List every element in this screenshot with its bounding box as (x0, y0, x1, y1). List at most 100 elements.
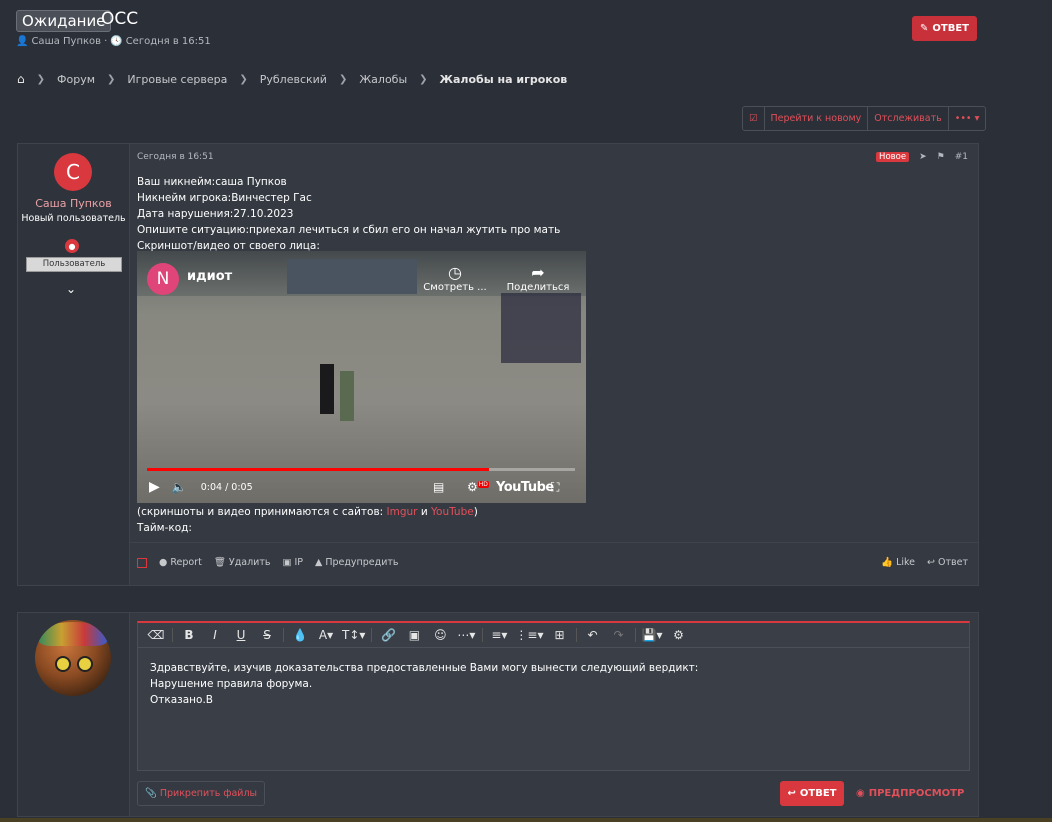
quick-reply: ⌫ B I U S 💧 A▾ T↕▾ 🔗 ▣ ☺ ⋯▾ ≡▾ ⋮≡▾ ⊞ ↶ ↷… (17, 612, 979, 817)
settings-icon[interactable]: ⚙HD (467, 480, 489, 494)
video-title[interactable]: идиот (187, 269, 232, 284)
breadcrumb-item-current[interactable]: Жалобы на игроков (440, 73, 568, 86)
youtube-embed[interactable]: N идиот ◷ Смотреть ... ➦ Поделиться ▶ 🔈 … (137, 251, 586, 503)
ip-button[interactable]: ▣ IP (282, 557, 303, 568)
share-icon[interactable]: ➤ (919, 152, 927, 162)
timecode-line: Тайм-код: (137, 522, 192, 534)
subtitles-icon[interactable]: ▤ (433, 480, 444, 494)
user-title: Новый пользователь (21, 213, 126, 224)
breadcrumb-item-complaints[interactable]: Жалобы (359, 73, 407, 86)
chevron-down-icon[interactable]: ⌄ (66, 282, 76, 296)
select-post-checkbox[interactable] (137, 557, 147, 568)
reply-post-button[interactable]: ↩ Ответ (927, 557, 968, 568)
toolbar-divider (482, 628, 484, 642)
share-video-button[interactable]: ➦ Поделиться (500, 263, 576, 293)
eraser-icon[interactable]: ⌫ (144, 625, 168, 645)
underline-icon[interactable]: U (229, 625, 253, 645)
post-divider (130, 542, 978, 543)
home-icon[interactable]: ⌂ (17, 72, 25, 86)
youtube-logo[interactable]: YouTube (496, 480, 554, 495)
user-badge-icon: ● (65, 239, 79, 253)
image-icon[interactable]: ▣ (402, 625, 426, 645)
watch-button[interactable]: Отслеживать (868, 107, 949, 130)
list-icon[interactable]: ⋮≡▾ (513, 625, 545, 645)
link-icon[interactable]: 🔗 (376, 625, 400, 645)
imgur-link[interactable]: Imgur (387, 506, 418, 518)
redo-icon[interactable]: ↷ (607, 625, 631, 645)
delete-button[interactable]: 🗑 Удалить (214, 557, 271, 568)
report-button[interactable]: ● Report (159, 557, 202, 568)
thread-prefix[interactable]: Ожидание (16, 10, 112, 32)
avatar-eye (77, 656, 93, 672)
play-icon[interactable]: ▶ (149, 479, 160, 495)
undo-icon[interactable]: ↶ (581, 625, 605, 645)
clock-icon: ◷ (448, 263, 462, 282)
thread-meta: 👤 Саша Пупков · 🕓 Сегодня в 16:51 (16, 36, 211, 47)
drafts-icon[interactable]: 💾▾ (640, 625, 665, 645)
post-actions: ● Report 🗑 Удалить ▣ IP ▲ Предупредить (137, 557, 399, 568)
post-line: Ваш никнейм:саша Пупков (137, 176, 287, 188)
avatar[interactable] (35, 620, 111, 696)
font-size-icon[interactable]: T↕▾ (340, 625, 367, 645)
post-user-column: C Саша Пупков Новый пользователь ● Польз… (18, 144, 130, 585)
fullscreen-icon[interactable]: ⛶ (551, 480, 559, 495)
toolbar-divider (634, 628, 636, 642)
submit-reply-button[interactable]: ↩ ОТВЕТ (780, 781, 844, 806)
rich-text-editor: ⌫ B I U S 💧 A▾ T↕▾ 🔗 ▣ ☺ ⋯▾ ≡▾ ⋮≡▾ ⊞ ↶ ↷… (137, 621, 970, 771)
emoji-icon[interactable]: ☺ (428, 625, 452, 645)
thread-title: ОСС (101, 9, 139, 29)
breadcrumb-item-servers[interactable]: Игровые сервера (127, 73, 227, 86)
font-family-icon[interactable]: A▾ (314, 625, 338, 645)
thread-author[interactable]: Саша Пупков (31, 36, 101, 47)
select-checkbox-icon[interactable]: ☑ (743, 107, 765, 130)
post-tools: Новое ➤ ⚑ #1 (876, 152, 968, 162)
reply-arrow-icon: ↩ (787, 788, 796, 799)
attach-files-button[interactable]: 📎 Прикрепить файлы (137, 781, 266, 806)
video-frame-hud (501, 293, 581, 363)
post-username[interactable]: Саша Пупков (18, 197, 129, 210)
like-button[interactable]: 👍 Like (881, 557, 915, 568)
breadcrumb-item-forum[interactable]: Форум (57, 73, 95, 86)
strikethrough-icon[interactable]: S (255, 625, 279, 645)
table-icon[interactable]: ⊞ (548, 625, 572, 645)
gear-icon[interactable]: ⚙ (666, 625, 690, 645)
reply-user-column (18, 613, 130, 816)
reply-button-top[interactable]: ✎ ОТВЕТ (912, 16, 977, 41)
watch-later-button[interactable]: ◷ Смотреть ... (419, 263, 491, 293)
channel-avatar[interactable]: N (147, 263, 179, 295)
breadcrumb-item-server[interactable]: Рублевский (260, 73, 327, 86)
youtube-link[interactable]: YouTube (431, 506, 474, 518)
volume-icon[interactable]: 🔈 (172, 480, 187, 494)
paperclip-icon: 📎 (145, 788, 157, 799)
text-color-icon[interactable]: 💧 (288, 625, 312, 645)
preview-button[interactable]: ◉ ПРЕДПРОСМОТР (856, 781, 964, 806)
caret-down-icon: ▾ (974, 113, 980, 124)
source-note: (скриншоты и видео принимаются с сайтов:… (137, 506, 478, 518)
avatar[interactable]: C (54, 153, 92, 191)
editor-content[interactable]: Здравствуйте, изучив доказательства пред… (138, 648, 969, 720)
eye-icon: ◉ (856, 788, 865, 799)
more-menu-button[interactable]: ••• ▾ (949, 107, 986, 130)
meta-separator: · (104, 36, 108, 47)
chevron-right-icon: ❯ (107, 73, 116, 85)
bold-icon[interactable]: B (177, 625, 201, 645)
post-number[interactable]: #1 (955, 152, 968, 162)
post-date[interactable]: Сегодня в 16:51 (137, 152, 214, 162)
italic-icon[interactable]: I (203, 625, 227, 645)
chevron-right-icon: ❯ (338, 73, 348, 85)
align-icon[interactable]: ≡▾ (487, 625, 511, 645)
breadcrumb: ⌂ ❯ Форум ❯ Игровые сервера ❯ Рублевский… (17, 72, 567, 86)
new-badge: Новое (876, 152, 910, 162)
bookmark-icon[interactable]: ⚑ (937, 152, 945, 162)
clock-icon: 🕓 (110, 36, 123, 47)
more-options-icon[interactable]: ⋯▾ (454, 625, 478, 645)
toolbar-divider (172, 628, 173, 642)
warn-button[interactable]: ▲ Предупредить (315, 557, 399, 568)
video-progress-bar[interactable] (147, 468, 575, 471)
avatar-eye (55, 656, 71, 672)
pencil-icon: ✎ (920, 23, 929, 34)
thread-date[interactable]: Сегодня в 16:51 (126, 36, 211, 47)
go-to-new-button[interactable]: Перейти к новому (765, 107, 869, 130)
post-line: Дата нарушения:27.10.2023 (137, 208, 294, 220)
post-actions-right: 👍 Like ↩ Ответ (881, 557, 968, 568)
